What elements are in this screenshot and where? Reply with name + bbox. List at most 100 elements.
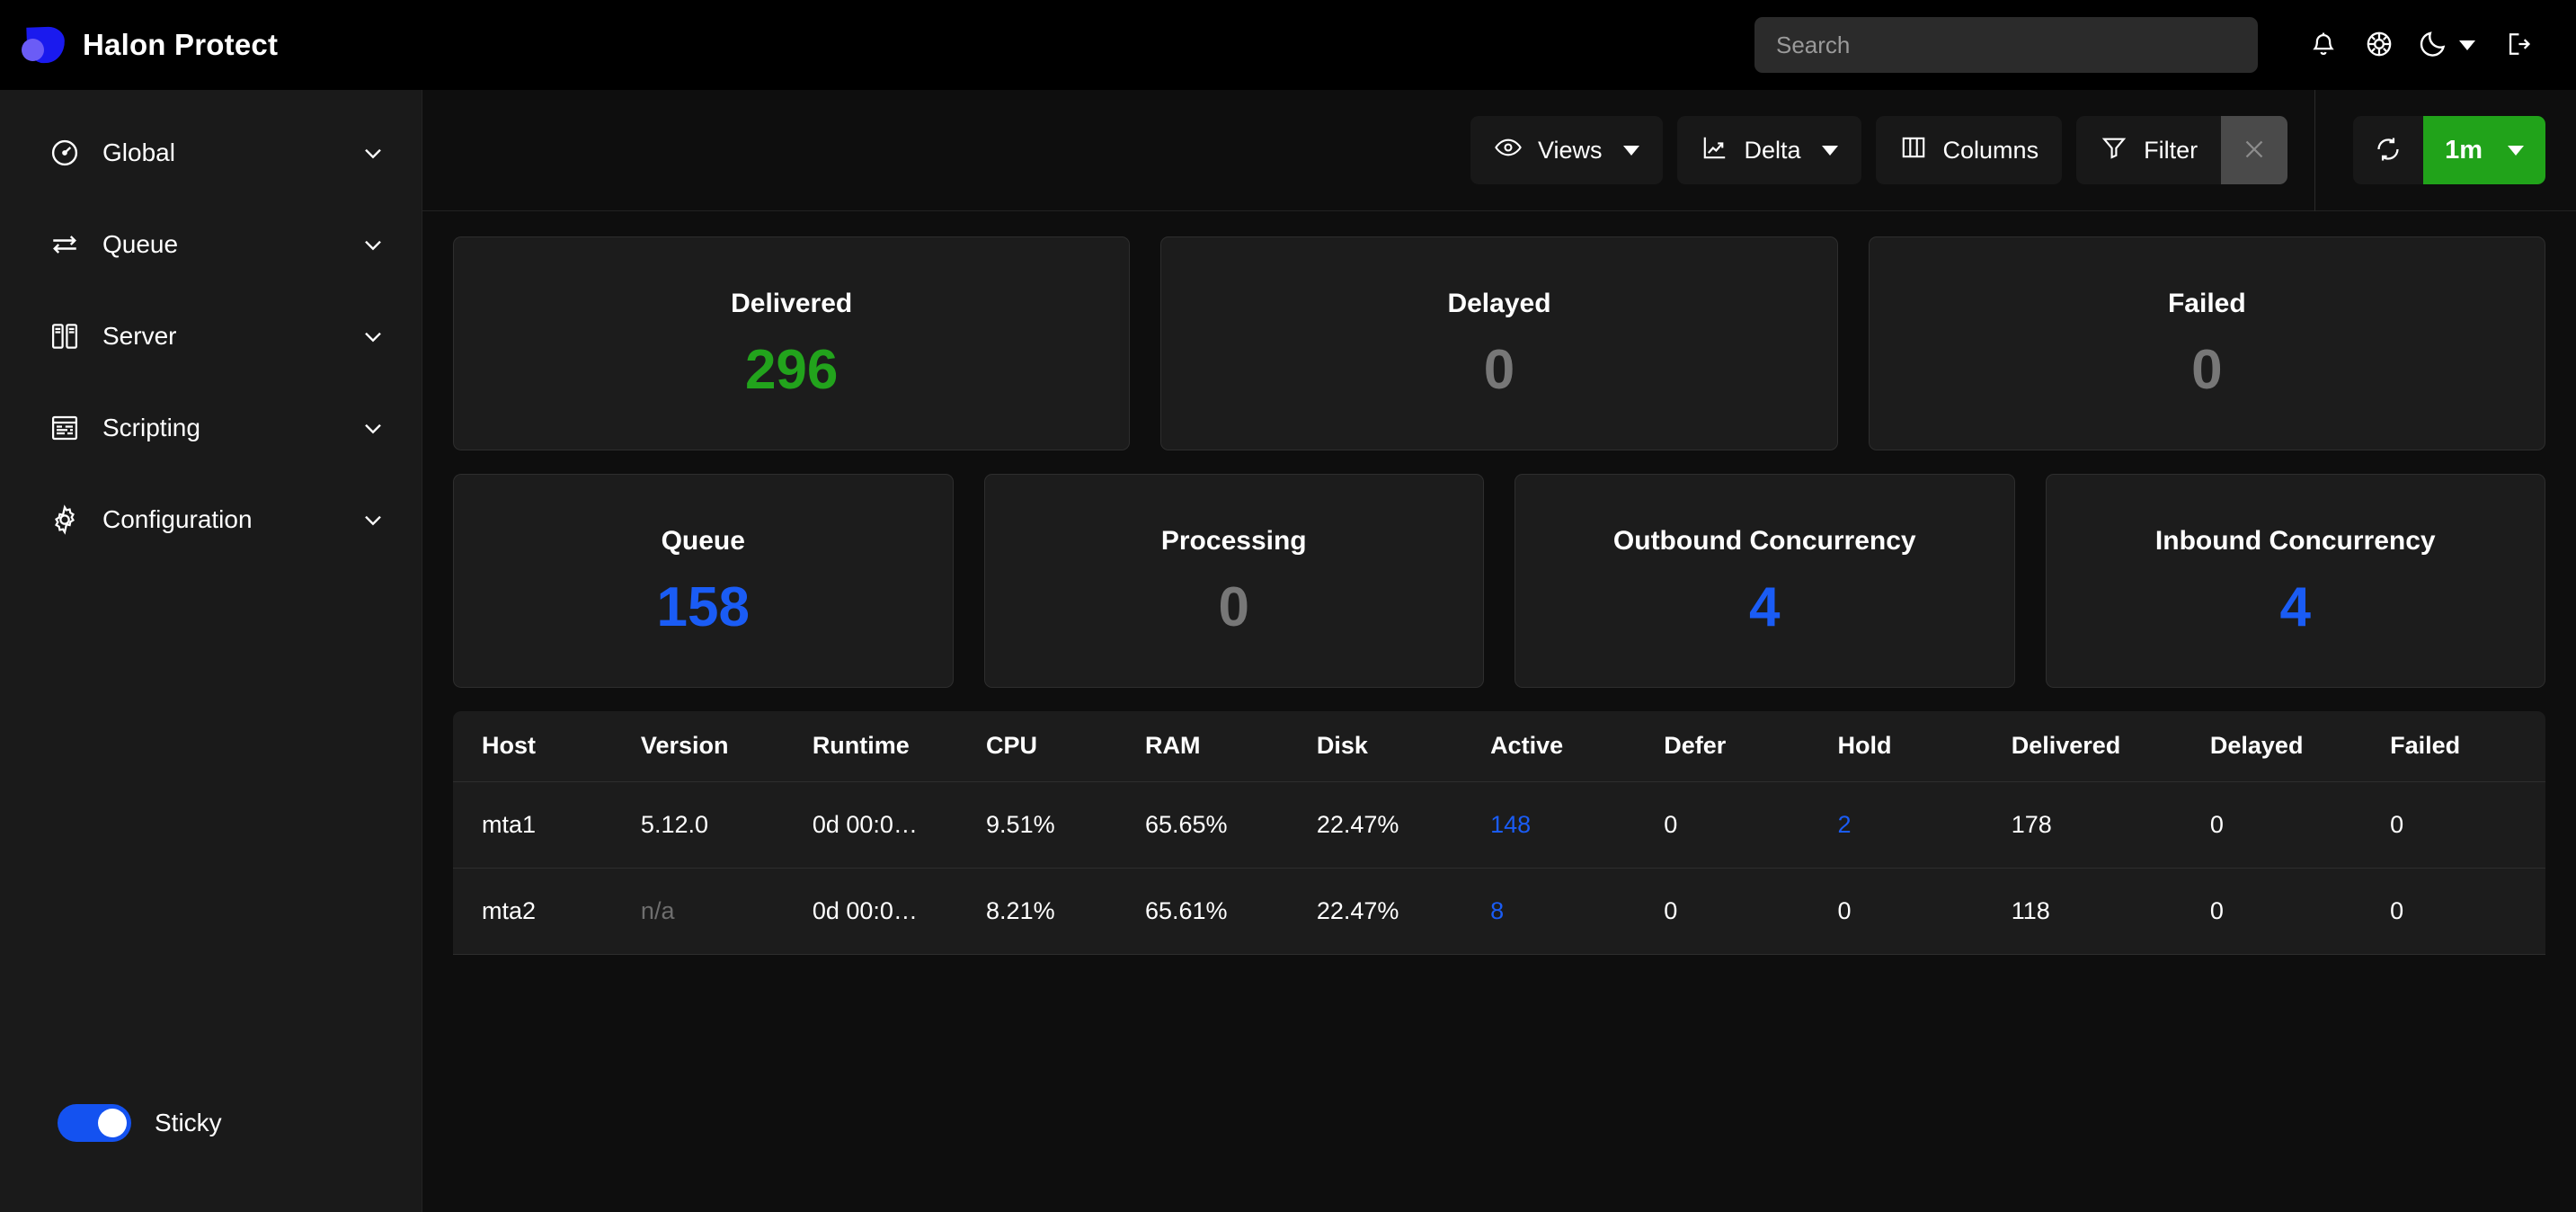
column-header-failed[interactable]: Failed: [2361, 711, 2545, 782]
cell-active[interactable]: 148: [1461, 781, 1636, 869]
chevron-down-icon: [359, 414, 387, 442]
sidebar-item-queue[interactable]: Queue: [0, 216, 422, 273]
chevron-down-icon: [359, 322, 387, 351]
main-content: Views Delta Columns Filter 1m Delivered …: [422, 89, 2576, 1212]
views-button[interactable]: Views: [1470, 116, 1663, 184]
sidebar-item-label: Global: [102, 138, 175, 166]
column-header-hold[interactable]: Hold: [1808, 711, 1983, 782]
stat-card-value: 4: [2279, 576, 2311, 638]
notifications-button[interactable]: [2296, 17, 2351, 73]
stat-card-delayed: Delayed 0: [1160, 236, 1838, 450]
column-header-delayed[interactable]: Delayed: [2181, 711, 2362, 782]
column-header-cpu[interactable]: CPU: [957, 711, 1116, 782]
moon-icon: [2418, 27, 2450, 64]
columns-label: Columns: [1942, 136, 2039, 164]
cell-active[interactable]: 8: [1461, 868, 1636, 955]
gauge-icon: [47, 137, 83, 169]
cell-version: 5.12.0: [611, 781, 784, 869]
column-header-version[interactable]: Version: [611, 711, 784, 782]
close-icon: [2239, 134, 2270, 167]
cell-hold[interactable]: 2: [1808, 781, 1983, 869]
refresh-icon: [2373, 134, 2403, 167]
views-label: Views: [1537, 136, 1603, 164]
sticky-toggle-row: Sticky: [58, 1104, 222, 1142]
header-actions: [1754, 17, 2545, 73]
cell-runtime: 0d 00:0…: [783, 781, 958, 869]
logout-button[interactable]: [2490, 17, 2545, 73]
brand[interactable]: Halon Protect: [20, 23, 278, 67]
stat-card-value: 0: [1483, 339, 1515, 401]
column-header-defer[interactable]: Defer: [1635, 711, 1809, 782]
columns-button[interactable]: Columns: [1875, 116, 2063, 184]
cell-ram: 65.65%: [1115, 781, 1288, 869]
column-header-ram[interactable]: RAM: [1115, 711, 1288, 782]
sticky-toggle[interactable]: [58, 1104, 131, 1142]
stat-card-value: 4: [1749, 576, 1781, 638]
sidebar-item-label: Scripting: [102, 414, 200, 441]
stat-card-row-secondary: Queue 158 Processing 0 Outbound Concurre…: [453, 474, 2545, 688]
sidebar: Global Queue Server Scripting Configurat…: [0, 90, 422, 1212]
column-header-host[interactable]: Host: [453, 711, 612, 782]
refresh-interval-button[interactable]: 1m: [2423, 116, 2545, 184]
column-header-active[interactable]: Active: [1461, 711, 1636, 782]
stat-card-title: Delayed: [1447, 289, 1551, 318]
cell-defer: 0: [1635, 868, 1809, 955]
sidebar-item-configuration[interactable]: Configuration: [0, 491, 422, 548]
filter-clear-button[interactable]: [2221, 116, 2288, 184]
cell-delivered: 178: [1982, 781, 2181, 869]
help-button[interactable]: [2351, 17, 2407, 73]
toolbar-divider: [2314, 89, 2316, 211]
swap-arrows-icon: [47, 228, 83, 261]
cell-failed: 0: [2361, 868, 2545, 955]
script-window-icon: [47, 412, 83, 444]
stat-card-title: Queue: [661, 526, 745, 556]
stat-card-title: Processing: [1160, 526, 1307, 556]
logout-icon: [2502, 29, 2533, 62]
stat-card-failed: Failed 0: [1868, 236, 2545, 450]
stat-card-title: Delivered: [731, 289, 853, 318]
sidebar-item-label: Queue: [102, 230, 179, 258]
cell-host: mta2: [453, 868, 612, 955]
cell-cpu: 8.21%: [957, 868, 1116, 955]
sticky-label: Sticky: [155, 1109, 222, 1136]
toolbar: Views Delta Columns Filter 1m: [422, 89, 2576, 211]
theme-switcher[interactable]: [2418, 27, 2475, 64]
brand-title: Halon Protect: [83, 28, 279, 61]
gear-icon: [47, 504, 83, 536]
stat-card-delivered: Delivered 296: [453, 236, 1131, 450]
sidebar-item-global[interactable]: Global: [0, 124, 422, 182]
search-input[interactable]: [1754, 17, 2258, 73]
delta-button[interactable]: Delta: [1676, 116, 1861, 184]
refresh-group: 1m: [2353, 116, 2545, 184]
body: Global Queue Server Scripting Configurat…: [0, 89, 2576, 1212]
stat-card-value: 0: [2191, 339, 2223, 401]
stat-card-title: Outbound Concurrency: [1612, 526, 1916, 556]
table-header-row: Host Version Runtime CPU RAM Disk Active…: [453, 711, 2545, 782]
table-row[interactable]: mta2 n/a 0d 00:0… 8.21% 65.61% 22.47% 8 …: [453, 868, 2545, 955]
sidebar-item-server[interactable]: Server: [0, 307, 422, 365]
stat-card-value: 296: [744, 339, 839, 401]
cell-disk: 22.47%: [1287, 868, 1462, 955]
column-header-disk[interactable]: Disk: [1287, 711, 1462, 782]
table-row[interactable]: mta1 5.12.0 0d 00:0… 9.51% 65.65% 22.47%…: [453, 781, 2545, 869]
sidebar-item-scripting[interactable]: Scripting: [0, 399, 422, 457]
trend-chart-icon: [1701, 133, 1729, 168]
toggle-knob: [98, 1109, 127, 1137]
eye-icon: [1494, 133, 1523, 168]
funnel-icon: [2100, 133, 2128, 168]
stat-card-value: 0: [1218, 576, 1249, 638]
cell-hold: 0: [1808, 868, 1983, 955]
stat-card-processing: Processing 0: [983, 474, 1484, 688]
sidebar-item-label: Server: [102, 322, 177, 350]
filter-button[interactable]: Filter: [2076, 116, 2222, 184]
app-root: Halon Protect Search Global Queue Server…: [0, 0, 2576, 1212]
hosts-table: Host Version Runtime CPU RAM Disk Active…: [453, 711, 2545, 955]
refresh-interval-label: 1m: [2445, 135, 2483, 165]
column-header-runtime[interactable]: Runtime: [783, 711, 958, 782]
stat-card-queue: Queue 158: [453, 474, 954, 688]
stat-card-inbound-concurrency: Inbound Concurrency 4: [2045, 474, 2545, 688]
chevron-down-icon: [2508, 145, 2524, 156]
column-header-delivered[interactable]: Delivered: [1982, 711, 2181, 782]
refresh-button[interactable]: [2353, 116, 2424, 184]
stat-card-outbound-concurrency: Outbound Concurrency 4: [1515, 474, 2015, 688]
